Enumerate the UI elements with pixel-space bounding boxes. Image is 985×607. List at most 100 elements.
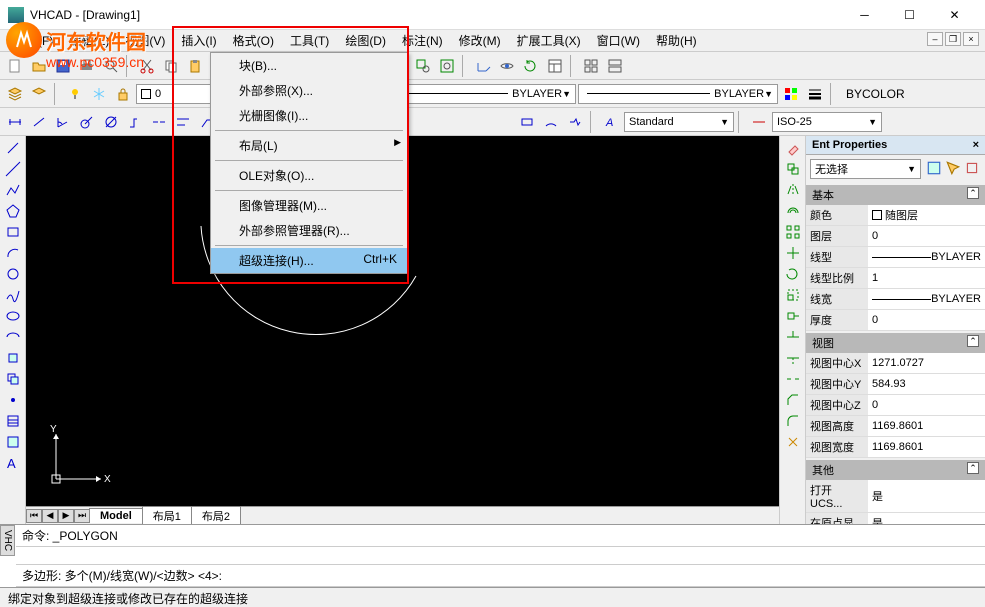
props-row[interactable]: 视图中心Z0 xyxy=(806,395,985,416)
menu-item[interactable]: 外部参照(X)... xyxy=(211,78,407,103)
menu-item[interactable]: 块(B)... xyxy=(211,53,407,78)
new-icon[interactable] xyxy=(4,55,26,77)
move-icon[interactable] xyxy=(782,243,804,263)
dim-ordinate-icon[interactable] xyxy=(124,111,146,133)
props-row[interactable]: 打开UCS...是 xyxy=(806,480,985,513)
dim-angular-icon[interactable] xyxy=(52,111,74,133)
menu-modify[interactable]: 修改(M) xyxy=(451,30,509,51)
preview-icon[interactable] xyxy=(100,55,122,77)
menu-insert[interactable]: 插入(I) xyxy=(173,30,224,51)
paste-icon[interactable] xyxy=(184,55,206,77)
props-row[interactable]: 视图宽度1169.8601 xyxy=(806,437,985,458)
print-icon[interactable] xyxy=(76,55,98,77)
polygon-icon[interactable] xyxy=(2,201,24,221)
props-row[interactable]: 线型比例1 xyxy=(806,268,985,289)
menu-item[interactable]: 图像管理器(M)... xyxy=(211,193,407,218)
save-icon[interactable] xyxy=(52,55,74,77)
circle-icon[interactable] xyxy=(2,264,24,284)
dim-continue-icon[interactable] xyxy=(148,111,170,133)
rectangle-icon[interactable] xyxy=(2,222,24,242)
cut-icon[interactable] xyxy=(136,55,158,77)
dim-radius-icon[interactable] xyxy=(76,111,98,133)
dim-style-combo[interactable]: ISO-25▼ xyxy=(772,112,882,132)
break-icon[interactable] xyxy=(782,369,804,389)
lineweight-icon[interactable] xyxy=(804,83,826,105)
tab-first-button[interactable]: ⏮ xyxy=(26,509,42,523)
cmd-prompt[interactable]: 多边形: 多个(M)/线宽(W)/<边数> <4>: xyxy=(16,565,985,587)
props-row[interactable]: 厚度0 xyxy=(806,310,985,331)
menu-item[interactable]: 光栅图像(I)... xyxy=(211,103,407,128)
properties-close-icon[interactable]: × xyxy=(973,139,979,151)
mdi-close-button[interactable]: × xyxy=(963,32,979,46)
point-icon[interactable] xyxy=(2,390,24,410)
make-block-icon[interactable] xyxy=(2,369,24,389)
pline-icon[interactable] xyxy=(2,180,24,200)
select-objects-icon[interactable] xyxy=(944,159,962,177)
color-picker-icon[interactable] xyxy=(780,83,802,105)
rotate-icon[interactable] xyxy=(782,264,804,284)
layer-lock-icon[interactable] xyxy=(112,83,134,105)
props-row[interactable]: 线宽 BYLAYER xyxy=(806,289,985,310)
props-section-header[interactable]: 视图⌃ xyxy=(806,333,985,353)
props-section-header[interactable]: 基本⌃ xyxy=(806,185,985,205)
spline-icon[interactable] xyxy=(2,285,24,305)
menu-extend[interactable]: 扩展工具(X) xyxy=(509,30,589,51)
tab-last-button[interactable]: ⏭ xyxy=(74,509,90,523)
layer-freeze-icon[interactable] xyxy=(88,83,110,105)
quick-select-icon[interactable] xyxy=(925,159,943,177)
menu-format[interactable]: 格式(O) xyxy=(225,30,282,51)
insert-block-icon[interactable] xyxy=(2,348,24,368)
tab-next-button[interactable]: ▶ xyxy=(58,509,74,523)
text-style-combo[interactable]: Standard▼ xyxy=(624,112,734,132)
dim-tol-icon[interactable] xyxy=(516,111,538,133)
open-icon[interactable] xyxy=(28,55,50,77)
props-row[interactable]: 图层0 xyxy=(806,226,985,247)
properties-icon[interactable] xyxy=(544,55,566,77)
fillet-icon[interactable] xyxy=(782,411,804,431)
explode-icon[interactable] xyxy=(782,432,804,452)
line-icon[interactable] xyxy=(2,138,24,158)
tab-prev-button[interactable]: ◀ xyxy=(42,509,58,523)
menu-draw[interactable]: 绘图(D) xyxy=(337,30,394,51)
command-line[interactable]: VHC 命令: _POLYGON 多边形: 多个(M)/线宽(W)/<边数> <… xyxy=(0,524,985,587)
mdi-minimize-button[interactable]: – xyxy=(927,32,943,46)
dim-style-icon[interactable] xyxy=(748,111,770,133)
toggle-pickadd-icon[interactable] xyxy=(963,159,981,177)
zoom-extents-icon[interactable] xyxy=(436,55,458,77)
layer-states-icon[interactable] xyxy=(28,83,50,105)
menu-item[interactable]: OLE对象(O)... xyxy=(211,163,407,188)
mdi-restore-button[interactable]: ❐ xyxy=(945,32,961,46)
offset-icon[interactable] xyxy=(782,201,804,221)
close-button[interactable]: ✕ xyxy=(932,1,977,29)
dim-baseline-icon[interactable] xyxy=(172,111,194,133)
props-row[interactable]: 颜色随图层 xyxy=(806,205,985,226)
mirror-icon[interactable] xyxy=(782,180,804,200)
menu-window[interactable]: 窗口(W) xyxy=(589,30,648,51)
props-row[interactable]: 线型 BYLAYER xyxy=(806,247,985,268)
menu-tools[interactable]: 工具(T) xyxy=(282,30,337,51)
array-icon[interactable] xyxy=(782,222,804,242)
ellipse-icon[interactable] xyxy=(2,306,24,326)
grid-icon[interactable] xyxy=(580,55,602,77)
menu-view[interactable]: 视图(V) xyxy=(117,30,173,51)
copy-object-icon[interactable] xyxy=(782,159,804,179)
layer-manager-icon[interactable] xyxy=(4,83,26,105)
tab-layout-1[interactable]: 布局1 xyxy=(142,506,192,525)
menu-dimension[interactable]: 标注(N) xyxy=(394,30,451,51)
tile-icon[interactable] xyxy=(604,55,626,77)
trim-icon[interactable] xyxy=(782,327,804,347)
command-tab[interactable]: VHC xyxy=(0,525,15,556)
menu-item[interactable]: 外部参照管理器(R)... xyxy=(211,218,407,243)
layer-on-icon[interactable] xyxy=(64,83,86,105)
view-icon[interactable] xyxy=(496,55,518,77)
text-style-icon[interactable]: A xyxy=(600,111,622,133)
mtext-icon[interactable]: A xyxy=(2,453,24,473)
props-row[interactable]: 视图中心X1271.0727 xyxy=(806,353,985,374)
stretch-icon[interactable] xyxy=(782,306,804,326)
props-row[interactable]: 视图中心Y584.93 xyxy=(806,374,985,395)
ucs-icon[interactable] xyxy=(472,55,494,77)
arc-icon[interactable] xyxy=(2,243,24,263)
dim-diameter-icon[interactable] xyxy=(100,111,122,133)
zoom-window-icon[interactable] xyxy=(412,55,434,77)
menu-item[interactable]: 超级连接(H)...Ctrl+K xyxy=(211,248,407,273)
